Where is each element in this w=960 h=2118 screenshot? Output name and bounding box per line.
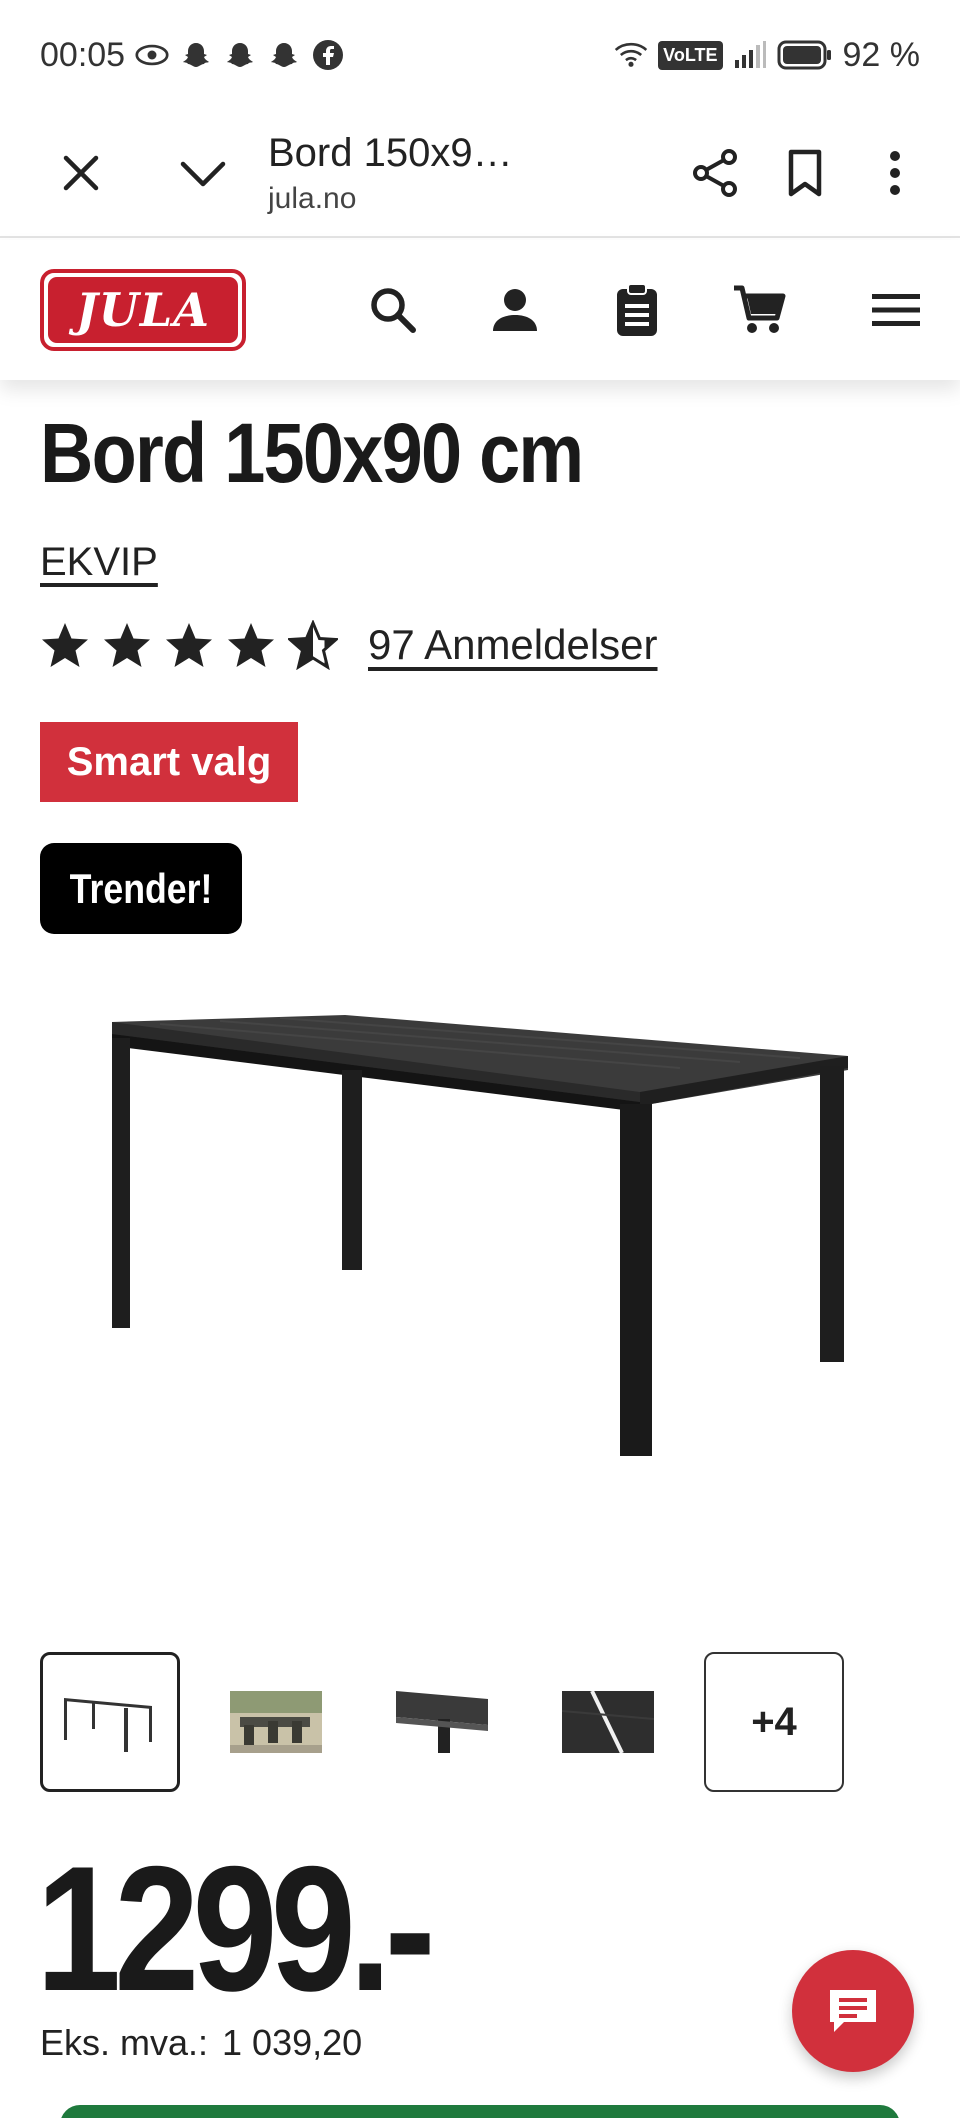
- star-full-icon: [228, 623, 274, 667]
- thumbnail-image: [64, 1698, 152, 1752]
- trending-badge: Trender!: [40, 843, 242, 934]
- thumbnail-4[interactable]: [538, 1652, 678, 1792]
- tab-url: jula.no: [268, 181, 357, 215]
- trending-badge-label: Trender!: [69, 864, 213, 912]
- user-icon: [493, 289, 537, 331]
- bookmark-icon: [788, 149, 822, 197]
- wifi-icon: [614, 38, 648, 72]
- thumbnail-image: [562, 1691, 654, 1753]
- network-badge: VoLTE: [658, 40, 723, 70]
- status-time: 00:05: [40, 35, 126, 74]
- tab-title: Bord 150x9…: [268, 130, 513, 175]
- menu-icon: [872, 294, 920, 326]
- product-title: Bord 150x90 cm: [40, 406, 584, 500]
- signal-icon: [733, 38, 767, 72]
- search-icon: [371, 288, 416, 333]
- close-tab-button[interactable]: [36, 128, 126, 218]
- eye-icon: [135, 38, 169, 72]
- share-icon: [693, 149, 737, 197]
- thumbnail-image: [396, 1691, 488, 1753]
- search-button[interactable]: [332, 265, 454, 355]
- star-full-icon: [42, 623, 88, 667]
- cart-button[interactable]: [698, 265, 820, 355]
- browser-toolbar: Bord 150x9… jula.no: [0, 110, 960, 238]
- jula-logo[interactable]: JULA: [40, 269, 246, 351]
- snapchat-icon: [179, 38, 213, 72]
- snapchat-icon: [223, 38, 257, 72]
- site-header: JULA: [0, 240, 960, 380]
- star-rating[interactable]: [40, 620, 338, 670]
- chat-icon: [830, 1990, 876, 2032]
- battery-icon: [777, 40, 833, 70]
- reviews-link[interactable]: 97 Anmeldelser: [368, 621, 658, 669]
- chat-button[interactable]: [792, 1950, 914, 2072]
- more-vertical-icon: [890, 151, 900, 195]
- product-price: 1299.-: [36, 1829, 436, 2028]
- thumbnail-1[interactable]: [40, 1652, 180, 1792]
- thumbnail-2[interactable]: [206, 1652, 346, 1792]
- chevron-down-icon: [180, 161, 226, 187]
- price-excl-vat-label: Eks. mva.:: [40, 2022, 209, 2063]
- price-excl-vat-value: 1 039,20: [222, 2022, 363, 2063]
- collapse-button[interactable]: [158, 128, 248, 218]
- facebook-icon: [311, 38, 345, 72]
- battery-percent: 92 %: [842, 35, 921, 74]
- product-image[interactable]: [100, 990, 860, 1470]
- snapchat-icon: [267, 38, 301, 72]
- rating-row: 97 Anmeldelser: [40, 620, 658, 670]
- star-half-icon: [288, 620, 338, 670]
- star-full-icon: [166, 623, 212, 667]
- thumbnail-image: [230, 1691, 322, 1753]
- status-left: 00:05: [40, 36, 345, 75]
- bookmark-button[interactable]: [760, 128, 850, 218]
- thumbnail-strip: +4: [40, 1652, 844, 1792]
- thumbnail-3[interactable]: [372, 1652, 512, 1792]
- brand-link[interactable]: EKVIP: [40, 540, 158, 585]
- smart-choice-badge: Smart valg: [40, 722, 298, 802]
- menu-button[interactable]: [820, 265, 920, 355]
- cart-icon: [734, 285, 786, 333]
- more-images-button[interactable]: +4: [704, 1652, 844, 1792]
- more-options-button[interactable]: [850, 128, 940, 218]
- price-excl-vat: Eks. mva.: 1 039,20: [40, 2022, 362, 2064]
- status-bar: 00:05 VoLTE 92 %: [0, 0, 960, 110]
- logo-inner: JULA: [48, 277, 238, 343]
- account-button[interactable]: [454, 265, 576, 355]
- tab-info[interactable]: Bord 150x9… jula.no: [248, 131, 670, 216]
- clipboard-icon: [617, 283, 657, 336]
- header-actions: [332, 265, 920, 355]
- shopping-list-button[interactable]: [576, 265, 698, 355]
- status-right: VoLTE 92 %: [614, 36, 920, 75]
- star-full-icon: [104, 623, 150, 667]
- logo-text: JULA: [76, 283, 210, 337]
- add-to-cart-button[interactable]: [60, 2105, 900, 2118]
- close-icon: [63, 155, 99, 191]
- share-button[interactable]: [670, 128, 760, 218]
